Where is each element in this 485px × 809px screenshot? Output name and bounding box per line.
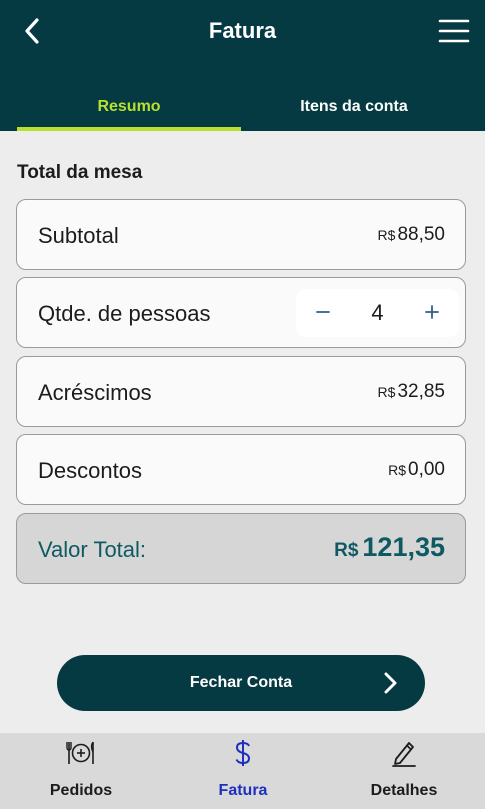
tab-itens-da-conta[interactable]: Itens da conta <box>241 98 467 131</box>
nav-item-pedidos[interactable]: Pedidos <box>0 733 162 809</box>
currency-symbol: R$ <box>388 462 407 478</box>
discounts-amount: 0,00 <box>408 459 445 480</box>
currency-symbol: R$ <box>377 227 396 243</box>
nav-label-fatura: Fatura <box>218 782 268 799</box>
chevron-right-icon <box>384 672 397 694</box>
decrement-button[interactable] <box>308 297 338 327</box>
currency-symbol: R$ <box>334 540 359 561</box>
menu-button[interactable] <box>437 14 471 46</box>
total-label: Valor Total: <box>38 537 147 562</box>
surcharges-card: Acréscimos R$ 32,85 <box>16 356 466 427</box>
app-header: Fatura Resumo Itens da conta <box>0 0 485 131</box>
people-count: 4 <box>371 300 384 325</box>
hamburger-menu-icon <box>438 19 470 43</box>
surcharges-amount: 32,85 <box>397 381 445 402</box>
total-amount: 121,35 <box>362 532 445 562</box>
subtotal-value: R$ 88,50 <box>378 224 445 246</box>
dollar-icon <box>235 740 251 766</box>
subtotal-amount: 88,50 <box>397 224 445 245</box>
nav-label-pedidos: Pedidos <box>49 782 113 799</box>
nav-label-detalhes: Detalhes <box>370 782 438 799</box>
increment-button[interactable] <box>417 297 447 327</box>
bottom-navigation: Pedidos Fatura Detalhes <box>0 733 485 809</box>
active-tab-indicator <box>17 127 241 131</box>
plate-cutlery-icon <box>66 741 94 764</box>
subtotal-card: Subtotal R$ 88,50 <box>16 199 466 270</box>
discounts-value: R$ 0,00 <box>388 459 445 481</box>
people-card: Qtde. de pessoas 4 <box>16 277 466 348</box>
discounts-label: Descontos <box>38 458 142 483</box>
nav-item-fatura[interactable]: Fatura <box>162 733 324 809</box>
surcharges-value: R$ 32,85 <box>378 381 445 403</box>
pencil-icon <box>392 742 416 767</box>
total-value: R$ 121,35 <box>334 532 445 563</box>
close-bill-label: Fechar Conta <box>189 674 293 691</box>
people-label: Qtde. de pessoas <box>38 301 211 326</box>
close-bill-button[interactable]: Fechar Conta <box>57 655 425 711</box>
page-title: Fatura <box>208 18 277 43</box>
total-card: Valor Total: R$ 121,35 <box>16 513 466 584</box>
surcharges-label: Acréscimos <box>38 380 152 405</box>
nav-item-detalhes[interactable]: Detalhes <box>323 733 485 809</box>
currency-symbol: R$ <box>377 384 396 400</box>
subtotal-label: Subtotal <box>38 223 119 248</box>
people-stepper: 4 <box>296 289 459 337</box>
minus-icon <box>316 311 330 313</box>
section-title: Total da mesa <box>17 162 143 183</box>
plus-icon <box>425 305 439 319</box>
discounts-card: Descontos R$ 0,00 <box>16 434 466 505</box>
